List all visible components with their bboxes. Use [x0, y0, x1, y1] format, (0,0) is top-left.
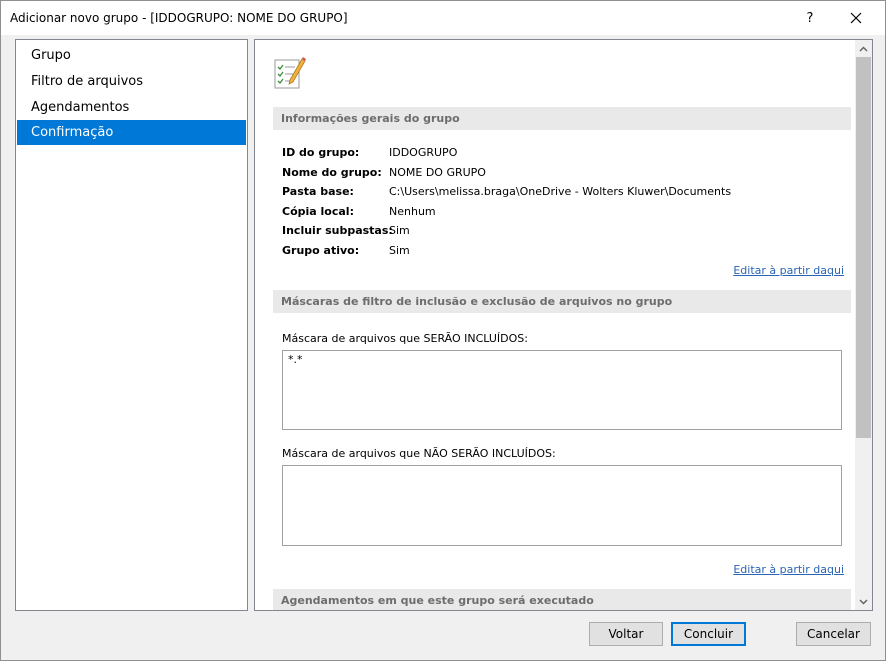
nav-item-grupo[interactable]: Grupo [17, 43, 246, 68]
title-bar: Adicionar novo grupo - [IDDOGRUPO: NOME … [1, 1, 885, 35]
info-value: NOME DO GRUPO [389, 166, 486, 179]
cancel-button[interactable]: Cancelar [796, 622, 871, 646]
chevron-up-icon [859, 46, 868, 51]
scroll-thumb[interactable] [856, 57, 871, 438]
scroll-down-button[interactable] [855, 593, 872, 610]
vertical-scrollbar[interactable] [855, 40, 872, 610]
general-info-header: Informações gerais do grupo [273, 107, 851, 130]
info-label: ID do grupo: [282, 146, 360, 159]
masks-header: Máscaras de filtro de inclusão e exclusã… [273, 290, 851, 313]
window-title: Adicionar novo grupo - [IDDOGRUPO: NOME … [10, 11, 348, 25]
close-button[interactable] [833, 1, 879, 35]
include-mask-label: Máscara de arquivos que SERÃO INCLUÍDOS: [282, 332, 528, 345]
info-value: Sim [389, 244, 410, 257]
info-label: Grupo ativo: [282, 244, 360, 257]
finish-button[interactable]: Concluir [671, 622, 746, 646]
info-value: IDDOGRUPO [389, 146, 458, 159]
dialog-window: Adicionar novo grupo - [IDDOGRUPO: NOME … [0, 0, 886, 661]
nav-item-agendamentos[interactable]: Agendamentos [17, 95, 246, 120]
close-icon [850, 12, 862, 24]
include-mask-textbox[interactable]: *.* [282, 350, 842, 430]
info-label: Cópia local: [282, 205, 354, 218]
checklist-pencil-icon [274, 57, 306, 89]
nav-item-filtro-de-arquivos[interactable]: Filtro de arquivos [17, 69, 246, 94]
info-value: Sim [389, 224, 410, 237]
nav-item-confirmacao[interactable]: Confirmação [17, 120, 246, 145]
help-button[interactable]: ? [787, 1, 833, 35]
summary-panel: Informações gerais do grupo ID do grupo:… [254, 39, 873, 611]
exclude-mask-label: Máscara de arquivos que NÃO SERÃO INCLUÍ… [282, 447, 556, 460]
info-value: C:\Users\melissa.braga\OneDrive - Wolter… [389, 185, 732, 198]
info-label: Nome do grupo: [282, 166, 382, 179]
info-label: Pasta base: [282, 185, 354, 198]
schedules-header: Agendamentos em que este grupo será exec… [273, 589, 851, 610]
edit-general-link[interactable]: Editar à partir daqui [733, 264, 844, 277]
edit-masks-link[interactable]: Editar à partir daqui [733, 563, 844, 576]
info-value: Nenhum [389, 205, 436, 218]
exclude-mask-textbox[interactable] [282, 465, 842, 546]
back-button[interactable]: Voltar [589, 622, 663, 646]
chevron-down-icon [859, 599, 868, 604]
info-label: Incluir subpastas: [282, 224, 393, 237]
wizard-nav: Grupo Filtro de arquivos Agendamentos Co… [15, 39, 248, 611]
scroll-up-button[interactable] [855, 40, 872, 57]
